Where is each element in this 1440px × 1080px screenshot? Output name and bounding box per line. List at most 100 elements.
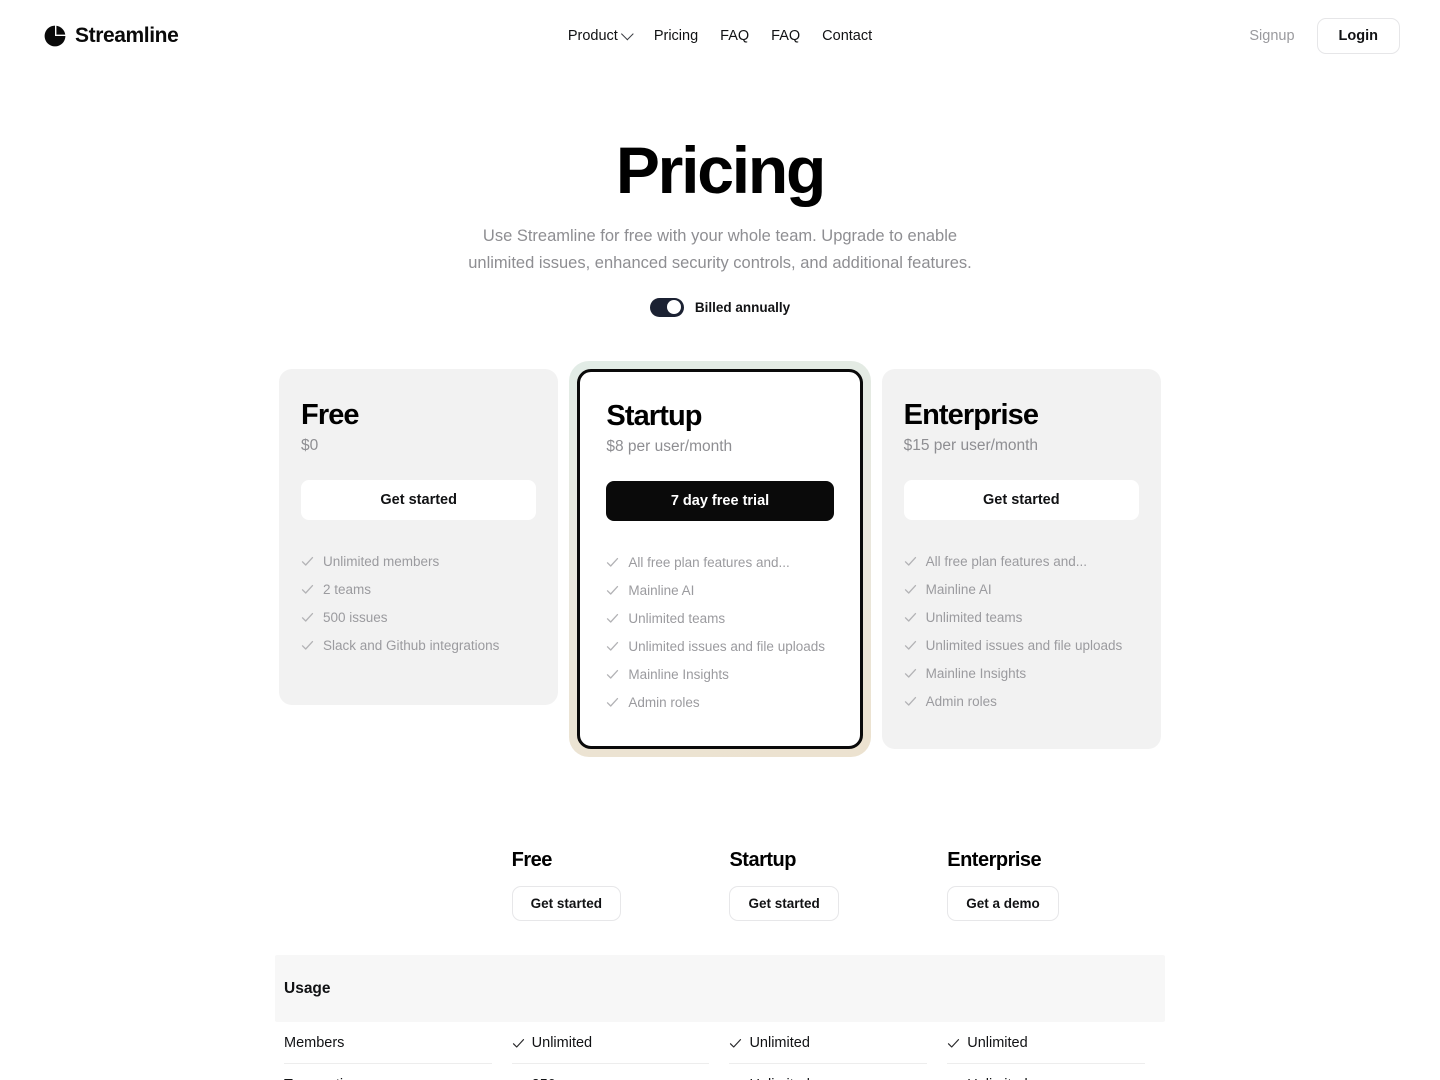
- main-nav: Product Pricing FAQ FAQ Contact: [567, 27, 872, 44]
- feature-item: Slack and Github integrations: [301, 631, 536, 659]
- plan-name: Free: [301, 398, 360, 431]
- nav-label-product: Product: [567, 28, 618, 44]
- comparison-col-name: Free: [511, 849, 553, 872]
- comparison-col-free: Free Get started: [511, 849, 730, 922]
- billing-toggle[interactable]: [649, 297, 684, 317]
- pricing-card-startup: Startup $8 per user/month 7 day free tri…: [577, 368, 863, 750]
- chevron-down-icon: [620, 27, 634, 40]
- feature-item: All free plan features and...: [606, 548, 833, 576]
- toggle-knob: [667, 300, 682, 315]
- feature-label: Admin roles: [925, 693, 997, 709]
- feature-item: 500 issues: [301, 603, 536, 631]
- table-row: Members Unlimited Unlimited Unlimited: [275, 1022, 1165, 1065]
- nav-item-pricing[interactable]: Pricing: [654, 28, 698, 44]
- feature-item: 2 teams: [301, 575, 536, 603]
- header-actions: Signup Login: [1249, 18, 1400, 54]
- feature-list-startup: All free plan features and... Mainline A…: [606, 548, 833, 716]
- plan-name: Startup: [606, 399, 702, 432]
- brand-logo-link[interactable]: Streamline: [44, 24, 179, 48]
- check-icon: [301, 639, 314, 652]
- feature-label: Unlimited teams: [925, 609, 1023, 625]
- login-button[interactable]: Login: [1316, 18, 1400, 54]
- check-icon: [904, 639, 917, 652]
- check-icon: [904, 695, 917, 708]
- nav-item-product[interactable]: Product: [567, 27, 634, 44]
- row-value-free: 250: [512, 1064, 710, 1080]
- feature-list-enterprise: All free plan features and... Mainline A…: [904, 547, 1139, 715]
- feature-item: Mainline Insights: [606, 660, 833, 688]
- comparison-section-usage: Usage: [275, 955, 1165, 1023]
- feature-item: Mainline Insights: [904, 659, 1139, 687]
- feature-label: Slack and Github integrations: [323, 637, 500, 653]
- feature-label: Unlimited issues and file uploads: [628, 638, 825, 654]
- comparison-cta-startup[interactable]: Get started: [729, 886, 839, 922]
- feature-label: Unlimited teams: [628, 610, 726, 626]
- check-icon: [904, 667, 917, 680]
- feature-item: All free plan features and...: [904, 547, 1139, 575]
- cell-text: Unlimited: [531, 1035, 593, 1052]
- comparison-cta-free[interactable]: Get started: [511, 886, 621, 922]
- check-icon: [606, 640, 619, 653]
- comparison-header-row: Free Get started Startup Get started Ent…: [275, 849, 1165, 922]
- feature-label: 2 teams: [323, 581, 372, 597]
- feature-label: Mainline Insights: [628, 666, 729, 682]
- feature-item: Unlimited members: [301, 547, 536, 575]
- check-icon: [512, 1037, 525, 1050]
- row-value-startup: Unlimited: [729, 1022, 928, 1065]
- feature-item: Admin roles: [904, 687, 1139, 715]
- feature-label: Mainline Insights: [925, 665, 1027, 681]
- feature-label: Admin roles: [628, 694, 700, 710]
- check-icon: [947, 1037, 960, 1050]
- row-label: Members: [284, 1022, 492, 1065]
- nav-item-faq-2[interactable]: FAQ: [771, 28, 800, 44]
- comparison-col-startup: Startup Get started: [729, 849, 947, 922]
- page-title: Pricing: [615, 133, 827, 207]
- nav-item-faq-1[interactable]: FAQ: [720, 28, 749, 44]
- cell-text: Unlimited: [749, 1035, 810, 1052]
- pricing-card-startup-glow: Startup $8 per user/month 7 day free tri…: [569, 360, 871, 758]
- feature-label: All free plan features and...: [925, 553, 1087, 569]
- feature-item: Unlimited issues and file uploads: [904, 631, 1139, 659]
- feature-label: 500 issues: [323, 609, 388, 625]
- feature-item: Mainline AI: [904, 575, 1139, 603]
- comparison-cta-enterprise[interactable]: Get a demo: [947, 886, 1059, 922]
- plan-price: $0: [301, 437, 319, 455]
- check-icon: [301, 611, 314, 624]
- check-icon: [301, 583, 314, 596]
- comparison-col-name: Enterprise: [947, 849, 1042, 872]
- check-icon: [904, 611, 917, 624]
- nav-item-contact[interactable]: Contact: [822, 28, 872, 44]
- billing-toggle-label: Billed annually: [694, 299, 791, 315]
- pricing-cards: Free $0 Get started Unlimited members 2 …: [279, 360, 1161, 758]
- plan-cta-free[interactable]: Get started: [301, 480, 537, 521]
- comparison-table: Free Get started Startup Get started Ent…: [275, 849, 1165, 1080]
- pricing-card-free: Free $0 Get started Unlimited members 2 …: [279, 368, 559, 705]
- table-row: Transactions 250 Unlimited Unlimited: [275, 1064, 1165, 1080]
- row-value-startup: Unlimited: [729, 1064, 927, 1080]
- feature-label: Mainline AI: [925, 581, 992, 597]
- feature-item: Unlimited teams: [606, 604, 833, 632]
- feature-label: Unlimited issues and file uploads: [925, 637, 1123, 653]
- feature-label: Unlimited members: [323, 553, 440, 569]
- billing-toggle-row: Billed annually: [0, 297, 1440, 317]
- check-icon: [301, 555, 314, 568]
- feature-item: Unlimited teams: [904, 603, 1139, 631]
- feature-item: Unlimited issues and file uploads: [606, 632, 833, 660]
- row-value-free: Unlimited: [511, 1022, 710, 1065]
- plan-cta-enterprise[interactable]: Get started: [903, 480, 1139, 521]
- hero-section: Pricing Use Streamline for free with you…: [0, 72, 1440, 317]
- plan-name: Enterprise: [903, 398, 1039, 431]
- comparison-col-enterprise: Enterprise Get a demo: [947, 849, 1165, 922]
- site-header: Streamline Product Pricing FAQ FAQ Conta…: [0, 0, 1440, 72]
- check-icon: [606, 668, 619, 681]
- plan-price: $8 per user/month: [606, 438, 733, 456]
- signup-link[interactable]: Signup: [1249, 28, 1294, 44]
- row-value-enterprise: Unlimited: [947, 1064, 1145, 1080]
- feature-item: Admin roles: [606, 688, 833, 716]
- plan-cta-startup[interactable]: 7 day free trial: [606, 481, 834, 522]
- brand-name: Streamline: [75, 24, 179, 47]
- streamline-logo-icon: [44, 25, 66, 47]
- feature-label: All free plan features and...: [628, 554, 790, 570]
- check-icon: [606, 612, 619, 625]
- feature-list-free: Unlimited members 2 teams 500 issues Sla…: [301, 547, 536, 659]
